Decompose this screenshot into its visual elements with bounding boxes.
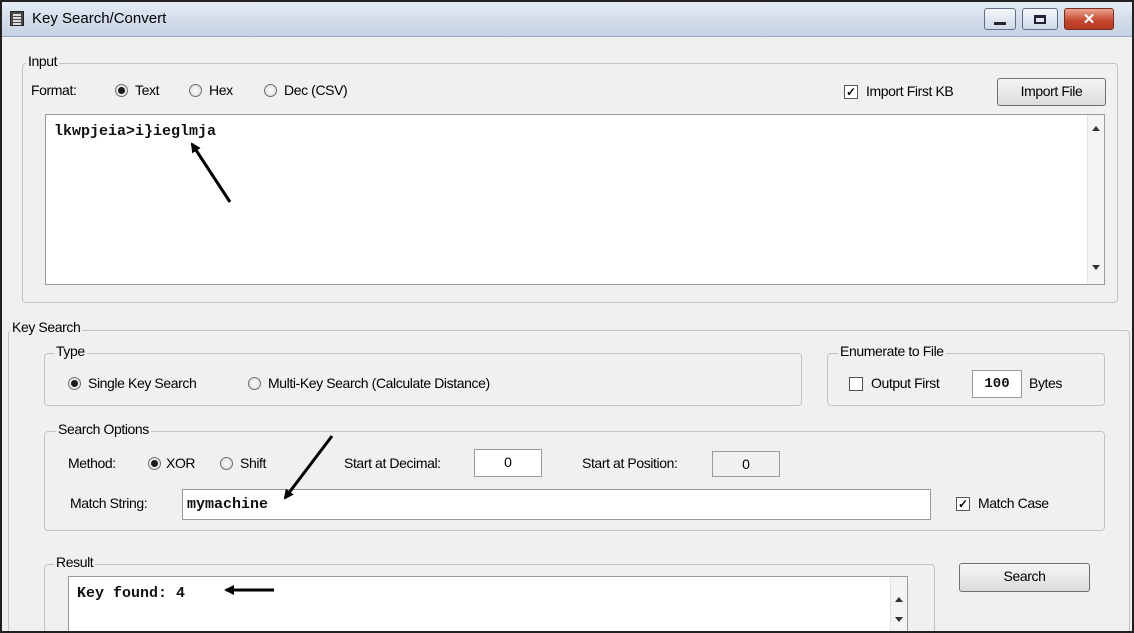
method-xor-label[interactable]: XOR [166, 455, 196, 471]
search-options-legend: Search Options [56, 421, 151, 437]
maximize-icon [1034, 14, 1046, 24]
minimize-button[interactable] [984, 8, 1016, 30]
scroll-up-icon[interactable] [1092, 126, 1100, 131]
format-dec-radio[interactable] [264, 84, 277, 97]
multi-key-search-label[interactable]: Multi-Key Search (Calculate Distance) [268, 375, 490, 391]
bytes-label: Bytes [1029, 375, 1063, 391]
method-label: Method: [68, 455, 116, 471]
close-icon: ✕ [1082, 11, 1096, 28]
result-value: Key found: 4 [77, 585, 186, 602]
output-first-checkbox[interactable] [849, 377, 863, 391]
key-search-legend: Key Search [10, 319, 83, 335]
result-scroll-down-icon[interactable] [895, 617, 903, 622]
result-scroll-up-icon[interactable] [895, 597, 903, 602]
minimize-icon [994, 21, 1006, 25]
single-key-search-radio[interactable] [68, 377, 81, 390]
start-decimal-input[interactable]: 0 [474, 449, 542, 477]
key-search-window: Key Search/Convert ✕ Input Format: Text … [0, 0, 1134, 633]
format-dec-label[interactable]: Dec (CSV) [284, 82, 348, 98]
start-position-label: Start at Position: [582, 455, 678, 471]
format-text-label[interactable]: Text [135, 82, 159, 98]
close-button[interactable]: ✕ [1064, 8, 1114, 30]
import-first-kb-label[interactable]: Import First KB [866, 83, 954, 99]
result-textarea[interactable]: Key found: 4 [68, 576, 908, 631]
title-bar: Key Search/Convert ✕ [2, 2, 1132, 37]
result-scrollbar[interactable] [890, 577, 907, 631]
enumerate-legend: Enumerate to File [838, 343, 946, 359]
window-title: Key Search/Convert [32, 10, 167, 27]
method-xor-radio[interactable] [148, 457, 161, 470]
method-shift-label[interactable]: Shift [240, 455, 266, 471]
input-legend: Input [26, 53, 60, 69]
maximize-button[interactable] [1022, 8, 1058, 30]
format-hex-label[interactable]: Hex [209, 82, 233, 98]
match-case-checkbox[interactable]: ✓ [956, 497, 970, 511]
start-position-input: 0 [712, 451, 780, 477]
scroll-down-icon[interactable] [1092, 265, 1100, 270]
single-key-search-label[interactable]: Single Key Search [88, 375, 197, 391]
input-textarea[interactable]: lkwpjeia>i}ieglmja [45, 114, 1105, 285]
import-file-button[interactable]: Import File [997, 78, 1106, 106]
search-button[interactable]: Search [959, 563, 1090, 592]
input-text-value: lkwpjeia>i}ieglmja [54, 123, 217, 140]
multi-key-search-radio[interactable] [248, 377, 261, 390]
bytes-input[interactable]: 100 [972, 370, 1022, 398]
output-first-label[interactable]: Output First [871, 375, 940, 391]
format-text-radio[interactable] [115, 84, 128, 97]
format-label: Format: [31, 82, 77, 98]
method-shift-radio[interactable] [220, 457, 233, 470]
enumerate-group [827, 353, 1105, 406]
app-icon [10, 11, 24, 26]
type-legend: Type [54, 343, 87, 359]
match-string-value: mymachine [187, 496, 269, 513]
input-scrollbar[interactable] [1087, 115, 1104, 284]
result-legend: Result [54, 554, 96, 570]
match-case-label[interactable]: Match Case [978, 495, 1049, 511]
match-string-input[interactable]: mymachine [182, 489, 931, 520]
match-string-label: Match String: [70, 495, 148, 511]
start-decimal-label: Start at Decimal: [344, 455, 441, 471]
format-hex-radio[interactable] [189, 84, 202, 97]
import-first-kb-checkbox[interactable]: ✓ [844, 85, 858, 99]
